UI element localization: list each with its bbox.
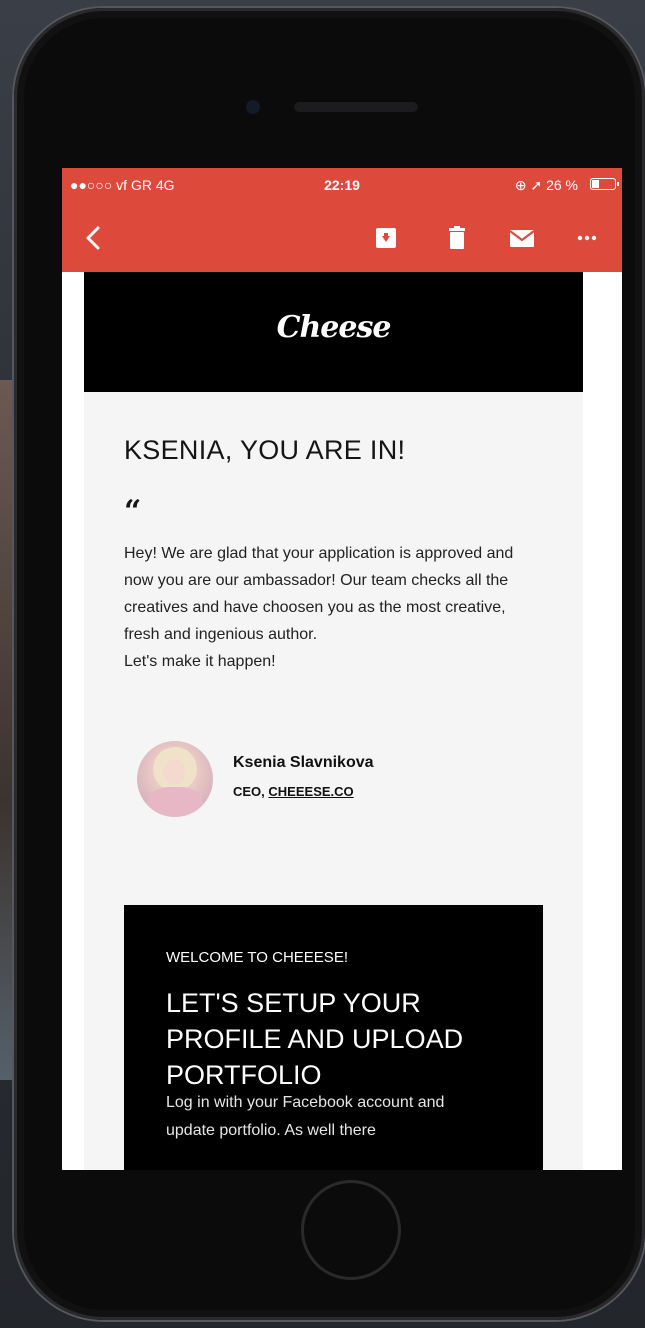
card-eyebrow: WELCOME TO CHEEESE! [166, 949, 348, 966]
card-text: Log in with your Facebook account and up… [166, 1094, 445, 1139]
signature-website-link[interactable]: CHEEESE.CO [268, 784, 353, 799]
battery-icon [590, 178, 619, 190]
message-paragraph: Hey! We are glad that your application i… [124, 545, 514, 643]
status-bar: ●●○○○ vf GR 4G 22:19 ⊕ ➚ 26 % [62, 168, 622, 202]
mail-toolbar [62, 202, 622, 272]
email-body: Cheese KSENIA, YOU ARE IN! “ Hey! We are… [84, 272, 583, 1170]
delete-icon[interactable] [443, 224, 471, 252]
cheese-logo: Cheese [276, 310, 392, 345]
quote-icon: “ [124, 494, 142, 529]
email-banner: Cheese [84, 272, 583, 392]
earpiece-speaker [294, 102, 418, 112]
signature-title: CEO, CHEEESE.CO [233, 784, 354, 799]
welcome-card: WELCOME TO CHEEESE! LET'S SETUP YOUR PRO… [124, 905, 543, 1170]
back-icon[interactable] [80, 224, 108, 252]
phone-screen: ●●○○○ vf GR 4G 22:19 ⊕ ➚ 26 % Cheese KSE… [62, 168, 622, 1170]
home-button[interactable] [301, 1180, 401, 1280]
more-icon[interactable] [573, 224, 601, 252]
avatar [137, 741, 213, 817]
email-message: Hey! We are glad that your application i… [124, 540, 534, 675]
email-heading: KSENIA, YOU ARE IN! [124, 435, 406, 465]
signature-name: Ksenia Slavnikova [233, 754, 374, 771]
status-indicators: ⊕ ➚ 26 % [514, 177, 578, 193]
signature-role: CEO, [233, 784, 269, 799]
archive-icon[interactable] [372, 224, 400, 252]
mail-icon[interactable] [508, 224, 536, 252]
card-title: LET'S SETUP YOUR PROFILE AND UPLOAD PORT… [166, 988, 464, 1090]
front-camera [246, 100, 260, 114]
message-closing: Let's make it happen! [124, 653, 276, 670]
